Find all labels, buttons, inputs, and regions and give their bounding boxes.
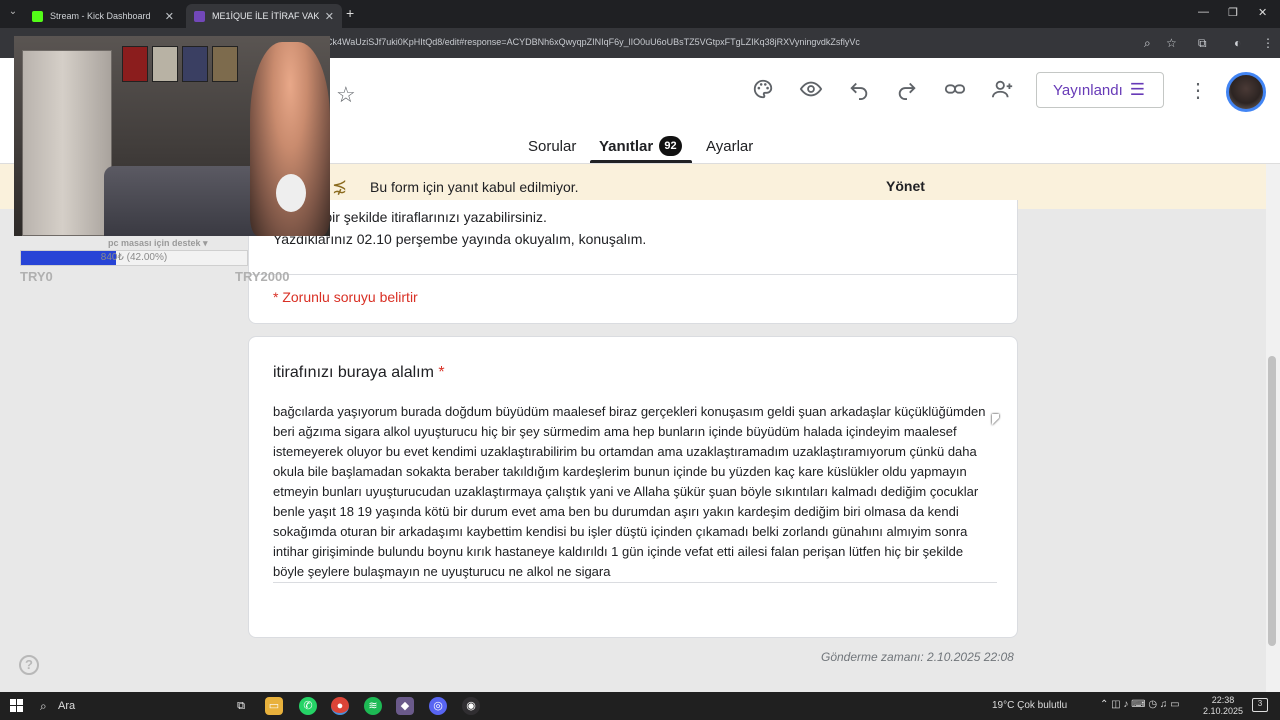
system-tray-icons[interactable]: ⌃ ◫ ♪ ⌨ ◷ ♫ ▭ xyxy=(1100,699,1180,710)
minimize-icon[interactable]: — xyxy=(1198,6,1209,18)
donation-progress-bar: 840₺ (42.00%) xyxy=(20,250,248,266)
webcam-overlay xyxy=(14,36,330,236)
browser-tab-bar: ⌄ Stream - Kick Dashboard ✕ ME1İQUE İLE … xyxy=(0,0,1280,28)
zoom-icon[interactable]: ⌕ xyxy=(1144,36,1151,51)
wardrobe xyxy=(22,50,112,236)
submit-time: Gönderme zamanı: 2.10.2025 22:08 xyxy=(821,650,1014,664)
windows-taskbar: ⌕ Ara ⧉ ▭ ✆ ● ≋ ◆ ◎ ◉ 19°C Çok bulutlu ⌃… xyxy=(0,692,1280,720)
taskbar-clock[interactable]: 22:38 2.10.2025 xyxy=(1203,695,1243,717)
donation-goal-label: pc masası için destek ▾ xyxy=(108,238,208,248)
plush-ball xyxy=(276,174,306,212)
clock-date: 2.10.2025 xyxy=(1203,706,1244,716)
tab-title: ME1İQUE İLE İTİRAF VAKTİ - Go xyxy=(212,11,319,21)
tab-questions[interactable]: Sorular xyxy=(528,138,576,155)
app-icon[interactable]: ◆ xyxy=(396,697,414,715)
browser-tab-forms[interactable]: ME1İQUE İLE İTİRAF VAKTİ - Go ✕ xyxy=(186,4,342,28)
link-icon[interactable] xyxy=(942,78,968,104)
tab-close-icon[interactable]: ✕ xyxy=(165,10,174,23)
published-button[interactable]: Yayınlandı ☰ xyxy=(1036,72,1164,108)
tab-search-icon[interactable]: ⌄ xyxy=(6,6,20,20)
avatar[interactable] xyxy=(1226,72,1266,112)
form-description-card: Anonim bir şekilde itiraflarınızı yazabi… xyxy=(248,200,1018,324)
tab-responses[interactable]: Yanıtlar xyxy=(599,138,653,155)
task-view-icon[interactable]: ⧉ xyxy=(232,697,250,715)
discord-icon[interactable]: ◎ xyxy=(429,697,447,715)
search-icon[interactable]: ⌕ xyxy=(40,699,47,714)
add-collaborator-icon[interactable] xyxy=(990,78,1016,104)
active-tab-indicator xyxy=(590,160,692,163)
wall-poster xyxy=(212,46,238,82)
divider xyxy=(249,274,1017,275)
tab-title: Stream - Kick Dashboard xyxy=(50,11,151,21)
browser-tab-kick[interactable]: Stream - Kick Dashboard ✕ xyxy=(24,4,182,28)
answer-text: bağcılarda yaşıyorum burada doğdum büyüd… xyxy=(273,402,997,583)
star-icon[interactable]: ☆ xyxy=(336,82,356,108)
whatsapp-icon[interactable]: ✆ xyxy=(299,697,317,715)
manage-button[interactable]: Yönet xyxy=(886,178,925,194)
banner-text: Bu form için yanıt kabul edilmiyor. xyxy=(370,179,579,195)
tab-close-icon[interactable]: ✕ xyxy=(325,10,334,23)
spotify-icon[interactable]: ≋ xyxy=(364,697,382,715)
no-responses-icon: ⋨ xyxy=(332,176,348,196)
donation-max-label: TRY2000 xyxy=(235,269,290,284)
preview-eye-icon[interactable] xyxy=(798,78,824,104)
sliders-icon: ☰ xyxy=(1129,80,1145,99)
help-icon[interactable]: ? xyxy=(19,655,39,675)
redo-icon[interactable] xyxy=(894,78,920,104)
profile-icon[interactable]: ◐ xyxy=(1234,36,1241,50)
question-title-text: itirafınızı buraya alalım xyxy=(273,364,434,381)
tab-settings[interactable]: Ayarlar xyxy=(706,138,753,155)
published-label: Yayınlandı xyxy=(1053,81,1123,99)
notification-icon[interactable]: 3 xyxy=(1252,698,1268,712)
kick-favicon-icon xyxy=(32,10,43,22)
forms-favicon-icon xyxy=(194,10,205,22)
question-title: itirafınızı buraya alalım * xyxy=(273,364,445,382)
close-window-icon[interactable]: ✕ xyxy=(1258,6,1267,19)
wall-poster xyxy=(122,46,148,82)
palette-icon[interactable] xyxy=(750,78,776,104)
weather-widget[interactable]: 19°C Çok bulutlu xyxy=(992,700,1067,711)
obs-icon[interactable]: ◉ xyxy=(462,697,480,715)
restore-icon[interactable]: ❐ xyxy=(1228,6,1238,19)
taskbar-search-label[interactable]: Ara xyxy=(58,700,75,712)
scrollbar-thumb[interactable] xyxy=(1268,356,1276,646)
mouse-cursor xyxy=(992,414,999,425)
chrome-icon[interactable]: ● xyxy=(331,697,349,715)
bookmark-star-icon[interactable]: ☆ xyxy=(1166,36,1177,50)
extensions-icon[interactable]: ⧉ xyxy=(1198,36,1207,51)
donation-amount: 840₺ (42.00%) xyxy=(100,252,168,263)
question-card: itirafınızı buraya alalım * bağcılarda y… xyxy=(248,336,1018,638)
responses-count-badge: 92 xyxy=(659,136,682,156)
required-mark: * xyxy=(438,364,445,381)
donation-min-label: TRY0 xyxy=(20,269,53,284)
windows-start-icon[interactable] xyxy=(10,699,23,712)
required-note: * Zorunlu soruyu belirtir xyxy=(273,289,418,305)
file-explorer-icon[interactable]: ▭ xyxy=(265,697,283,715)
new-tab-icon[interactable]: + xyxy=(346,5,354,21)
bed xyxy=(104,166,274,236)
clock-time: 22:38 xyxy=(1211,695,1235,705)
wall-poster xyxy=(182,46,208,82)
wall-poster xyxy=(152,46,178,82)
browser-menu-icon[interactable]: ⋮ xyxy=(1262,36,1274,50)
undo-icon[interactable] xyxy=(846,78,872,104)
more-options-icon[interactable]: ⋮ xyxy=(1188,78,1208,103)
